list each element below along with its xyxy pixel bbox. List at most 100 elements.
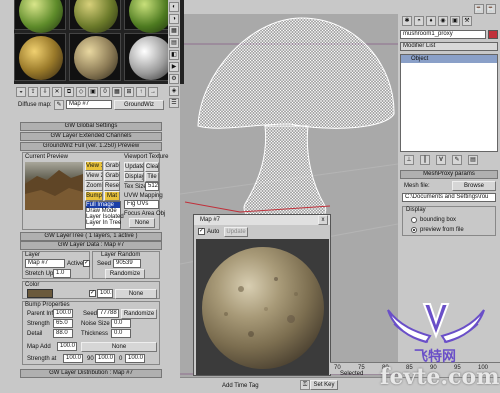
go-forward-icon[interactable]: → (148, 87, 158, 97)
rollout-preview[interactable]: GroundWiz Full (ver. 1.250) Preview (20, 142, 162, 151)
configure-sets-icon[interactable]: ▤ (468, 155, 478, 165)
color-amount-field[interactable]: 100.0 (97, 289, 113, 298)
noise-size-field[interactable]: 0.0 (111, 319, 131, 328)
preview-mode-list[interactable]: Full Image Draw Mode Layer Isolated Laye… (85, 201, 124, 229)
uvw-mapping-field[interactable]: Fig UVs (124, 200, 159, 209)
map-update-button[interactable]: Update (224, 227, 248, 237)
browse-button[interactable]: Browse (452, 181, 496, 191)
put-to-library-icon[interactable]: ▣ (88, 87, 98, 97)
uv-tiling-button[interactable]: ▤ (169, 38, 179, 48)
material-slot-5[interactable] (69, 33, 121, 81)
grab1-button[interactable]: Grab (104, 161, 120, 171)
video-color-button[interactable]: ◧ (169, 50, 179, 60)
key-icon[interactable]: ⚿ (300, 380, 310, 390)
strength-field[interactable]: 65.0 (53, 319, 73, 328)
update-texture-button[interactable]: Update (124, 162, 144, 172)
mesh-path-field[interactable]: C:\Documents and Settings\rou (402, 193, 496, 202)
modify-tab-icon[interactable]: ◓ (414, 16, 424, 26)
display-tab-icon[interactable]: ▣ (450, 16, 460, 26)
rollout-global-settings[interactable]: GW Global Settings (20, 122, 162, 131)
show-map-icon[interactable]: ▦ (112, 87, 122, 97)
color-swatch[interactable] (27, 289, 53, 298)
layer-seed-field[interactable]: 90539 (113, 259, 141, 268)
stack-item-object[interactable]: Object (401, 55, 497, 63)
hierarchy-tab-icon[interactable]: ♦ (426, 16, 436, 26)
thickness-field[interactable]: 0.0 (111, 329, 131, 338)
show-end-result-icon[interactable]: ⊞ (124, 87, 134, 97)
angle-0-field[interactable]: 100.0 (125, 354, 145, 363)
grab2-button[interactable]: Grab (104, 171, 120, 181)
map-name-field[interactable]: Map #7 (66, 100, 112, 109)
show-end-result-stack-icon[interactable]: ║ (420, 155, 430, 165)
meshproxy-params-rollout[interactable]: MeshProxy params (400, 170, 498, 179)
remove-modifier-icon[interactable]: ✎ (452, 155, 462, 165)
preview-from-file-radio[interactable] (411, 227, 417, 233)
backlight-button[interactable]: ◑ (169, 14, 179, 24)
rollout-extended-channels[interactable]: GW Layer Extended Channels (20, 132, 162, 141)
material-slot-4[interactable] (14, 33, 66, 81)
bump-button[interactable]: Bump (85, 191, 103, 201)
map-window-titlebar[interactable]: Map #7 x (194, 215, 330, 225)
material-slot-2[interactable] (69, 0, 121, 33)
object-color-swatch[interactable] (488, 30, 498, 39)
set-key-button[interactable]: Set Key (310, 380, 338, 390)
angle-90-field[interactable]: 100.0 (95, 354, 115, 363)
material-id-icon[interactable]: 0 (100, 87, 110, 97)
options-button[interactable]: ⚙ (169, 74, 179, 84)
render-teapot-icon[interactable]: ☕ (474, 4, 484, 14)
list-item[interactable]: Layer In Tree (86, 220, 121, 226)
create-tab-icon[interactable]: ✱ (402, 16, 412, 26)
view2-button[interactable]: View 2 (85, 171, 103, 181)
reset-map-icon[interactable]: ✕ (52, 87, 62, 97)
map-type-button[interactable]: GroundWiz (114, 100, 164, 110)
rollout-layer-data[interactable]: GW Layer Data : Map #7 (20, 241, 162, 250)
material-slot-1[interactable] (14, 0, 66, 33)
utilities-tab-icon[interactable]: ⚒ (462, 16, 472, 26)
make-unique-stack-icon[interactable]: ∀ (436, 155, 446, 165)
map-window-close-button[interactable]: x (318, 215, 328, 225)
add-time-tag-button[interactable]: Add Time Tag (222, 382, 259, 390)
map-add-button[interactable]: None (81, 342, 157, 352)
get-material-icon[interactable]: ◒ (16, 87, 26, 97)
pin-stack-icon[interactable]: ⊥ (404, 155, 414, 165)
quick-render-icon[interactable]: ☕ (486, 4, 496, 14)
bounding-box-radio[interactable] (411, 217, 417, 223)
assign-material-icon[interactable]: ⇩ (40, 87, 50, 97)
bump-seed-field[interactable]: 77788 (97, 309, 119, 318)
strength-at-field[interactable]: 100.0 (63, 354, 83, 363)
pick-material-icon[interactable]: ✎ (54, 100, 64, 110)
material-navigator-button[interactable]: ☰ (169, 98, 179, 108)
motion-tab-icon[interactable]: ◉ (438, 16, 448, 26)
detail-field[interactable]: 88.0 (53, 329, 73, 338)
tex-size-field[interactable]: 512 (145, 182, 159, 191)
color-map-button[interactable]: None (115, 289, 157, 299)
go-to-parent-icon[interactable]: ↑ (136, 87, 146, 97)
object-name-field[interactable]: mushroom1_proxy (400, 30, 486, 39)
map-add-field[interactable]: 100.0 (57, 342, 77, 351)
stretch-up-field[interactable]: 1.0 (53, 269, 71, 278)
rollout-layer-tree[interactable]: GW LayerTree ( 1 layers, 1 active ) (20, 232, 162, 241)
reset-button[interactable]: Reset (104, 181, 120, 191)
sample-type-button[interactable]: ◐ (169, 2, 179, 12)
parent-inf-field[interactable]: 100.0 (53, 309, 73, 318)
layer-name-field[interactable]: Map #7 (25, 259, 65, 268)
clear-texture-button[interactable]: Clear (145, 162, 159, 172)
bump-randomize-button[interactable]: Randomize (121, 309, 157, 319)
rollout-layer-distribution[interactable]: GW Layer Distribution : Map #7 (20, 369, 162, 378)
put-to-scene-icon[interactable]: ⇪ (28, 87, 38, 97)
active-checkbox[interactable]: ✓ (83, 260, 90, 267)
tile-texture-button[interactable]: Tile (145, 172, 159, 182)
background-button[interactable]: ▦ (169, 26, 179, 36)
zoom-button[interactable]: Zoom (85, 181, 103, 191)
make-preview-button[interactable]: ▶ (169, 62, 179, 72)
view1-button[interactable]: View 1 (85, 161, 103, 171)
copy-material-icon[interactable]: ⧉ (64, 87, 74, 97)
display-texture-button[interactable]: Display (124, 172, 144, 182)
auto-checkbox[interactable]: ✓ (198, 228, 205, 235)
make-unique-icon[interactable]: ◇ (76, 87, 86, 97)
color-map-checkbox[interactable]: ✓ (89, 290, 96, 297)
modifier-list-dropdown[interactable]: Modifier List (400, 42, 498, 51)
select-by-material-button[interactable]: ◈ (169, 86, 179, 96)
layer-randomize-button[interactable]: Randomize (105, 269, 145, 279)
mat-button[interactable]: Mat (104, 191, 120, 201)
